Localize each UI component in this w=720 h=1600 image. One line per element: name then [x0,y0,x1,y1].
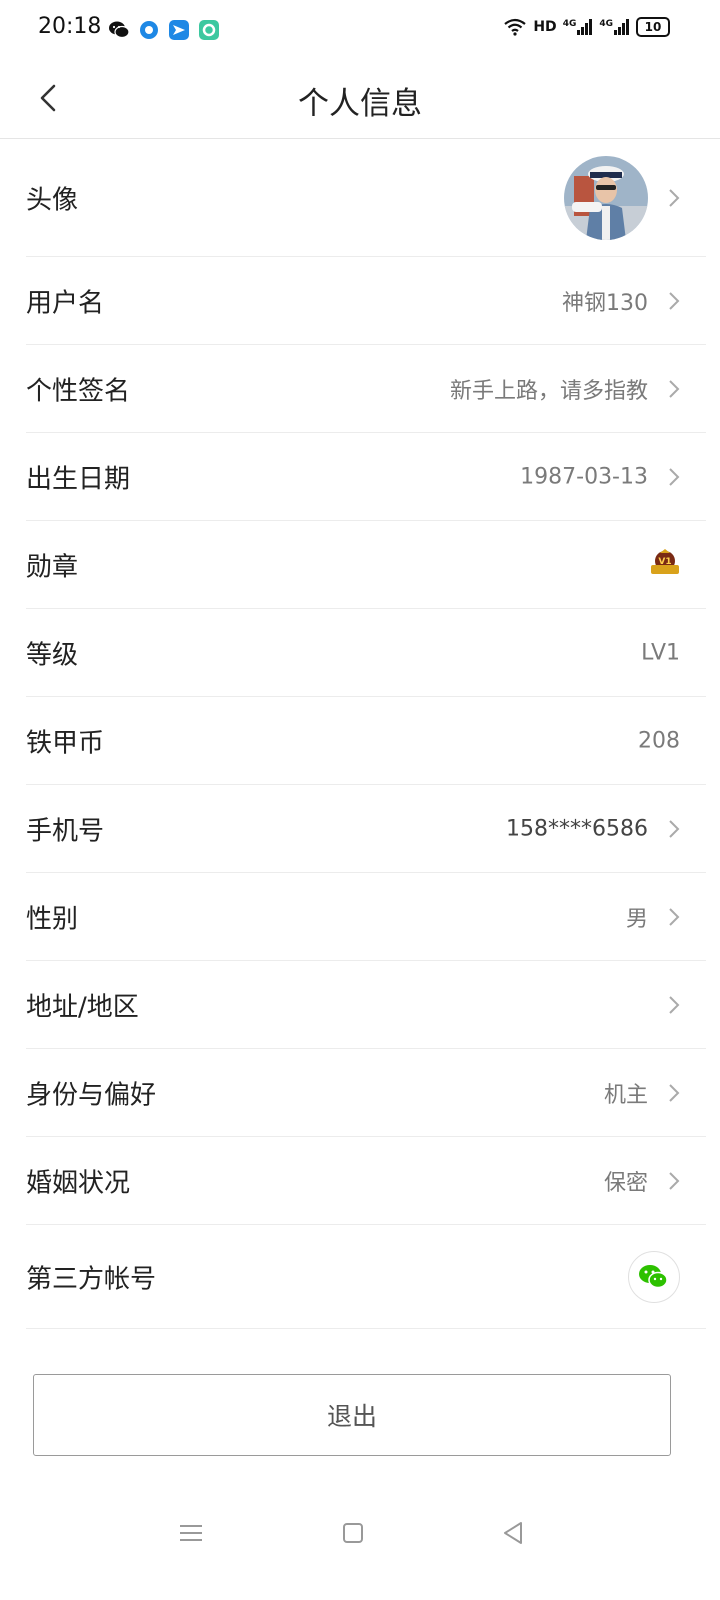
row-label: 出生日期 [26,464,131,494]
row-label: 等级 [26,640,79,670]
gender-row[interactable]: 性别 男 [26,873,706,961]
level-row: 等级 LV1 [26,609,706,697]
row-label: 用户名 [26,288,105,318]
address-row[interactable]: 地址/地区 [26,961,706,1049]
logout-button[interactable]: 退出 [33,1374,671,1456]
row-label: 头像 [26,185,79,215]
nav-menu-icon[interactable] [176,1518,206,1548]
birthday-row[interactable]: 出生日期 1987-03-13 [26,433,706,521]
username-value: 神钢130 [562,290,648,316]
signature-row[interactable]: 个性签名 新手上路，请多指教 [26,345,706,433]
marital-row[interactable]: 婚姻状况 保密 [26,1137,706,1225]
page-header: 个人信息 [0,60,720,139]
send-app-notification-icon [169,20,189,40]
chevron-right-icon [669,467,680,486]
status-time: 20:18 [38,14,102,39]
avatar-row[interactable]: 头像 [26,139,706,257]
chevron-right-icon [669,819,680,838]
third-party-row: 第三方帐号 [26,1225,706,1329]
coins-value: 208 [638,728,680,753]
chevron-right-icon [669,1171,680,1190]
wechat-icon [639,1264,668,1288]
status-bar: 20:18 HD 4G 4G 10 [0,0,720,60]
row-label: 铁甲币 [26,728,105,758]
row-label: 手机号 [26,816,105,846]
row-label: 勋章 [26,552,79,582]
app-notification-icon [140,21,158,39]
username-row[interactable]: 用户名 神钢130 [26,257,706,345]
profile-info-list: 头像 用户名 神钢130 个性签名 新手上路，请多指教 出生日期 1987-03… [0,139,720,1329]
page-title: 个人信息 [298,86,422,122]
coins-row: 铁甲币 208 [26,697,706,785]
nav-home-icon[interactable] [338,1518,368,1548]
chevron-right-icon [669,291,680,310]
status-indicators: HD 4G 4G 10 [503,17,670,37]
medal-row[interactable]: 勋章 V1 [26,521,706,609]
signal-icon-2: 4G [599,19,630,35]
hd-indicator: HD [533,19,557,35]
row-label: 个性签名 [26,376,131,406]
wechat-bind-button[interactable] [628,1250,680,1303]
medal-text: V1 [658,557,671,567]
medal-icon[interactable]: V1 [648,548,682,582]
chevron-right-icon [669,1083,680,1102]
gender-value: 男 [625,906,648,932]
row-label: 第三方帐号 [26,1264,157,1294]
system-nav-bar [0,1500,720,1564]
birthday-value: 1987-03-13 [520,464,648,489]
chevron-right-icon [669,995,680,1014]
phone-value: 158****6586 [506,816,648,841]
level-value: LV1 [641,640,680,665]
row-label: 性别 [26,904,79,934]
signature-value: 新手上路，请多指教 [449,378,648,404]
chevron-right-icon [669,907,680,926]
nav-back-icon[interactable] [498,1518,528,1548]
phone-row[interactable]: 手机号 158****6586 [26,785,706,873]
identity-value: 机主 [603,1082,648,1108]
green-app-notification-icon [199,20,219,40]
notification-icons [108,19,220,41]
row-label: 婚姻状况 [26,1168,131,1198]
identity-row[interactable]: 身份与偏好 机主 [26,1049,706,1137]
wechat-notification-icon [109,21,130,39]
avatar[interactable] [564,155,648,240]
row-label: 身份与偏好 [26,1080,157,1110]
signal-icon-1: 4G [563,19,594,35]
row-label: 地址/地区 [26,992,139,1022]
wifi-icon [504,18,527,36]
chevron-right-icon [669,379,680,398]
marital-value: 保密 [603,1170,648,1196]
battery-indicator: 10 [636,17,670,37]
chevron-right-icon [669,188,680,207]
